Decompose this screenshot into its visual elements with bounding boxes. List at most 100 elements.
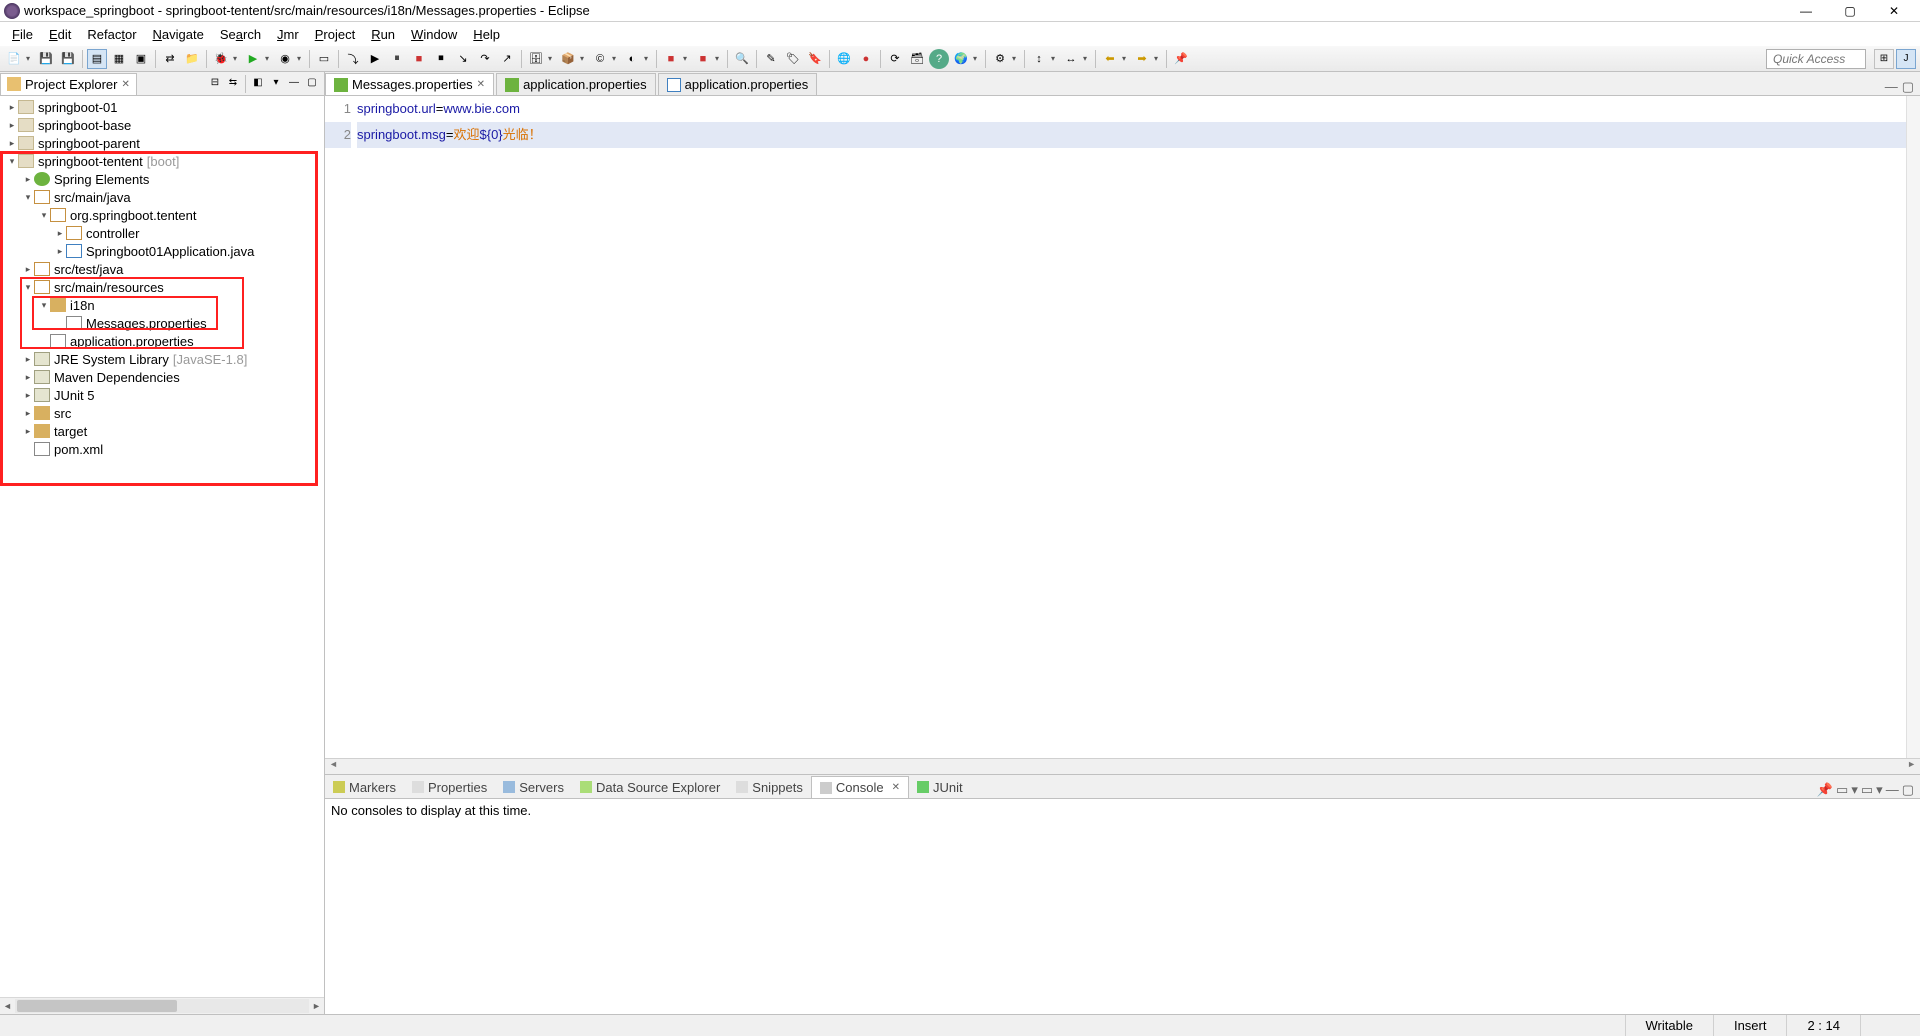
open-perspective-button[interactable]: ⊞ — [1874, 49, 1894, 69]
tree-row[interactable]: src — [0, 404, 324, 422]
quick-access-input[interactable] — [1766, 49, 1866, 69]
menu-edit[interactable]: Edit — [41, 25, 79, 44]
code-content[interactable]: springboot.url=www.bie.com springboot.ms… — [357, 96, 1906, 758]
open-console-button[interactable]: ▭ — [1861, 782, 1873, 798]
nav2-button[interactable]: ↔ — [1061, 49, 1081, 69]
close-icon[interactable]: ✕ — [477, 79, 485, 90]
project-tree[interactable]: springboot-01 springboot-base springboot… — [0, 96, 324, 997]
db-button[interactable]: 🗃 — [907, 49, 927, 69]
bookmark-button[interactable]: 🔖 — [805, 49, 825, 69]
java-ee-perspective-button[interactable]: J — [1896, 49, 1916, 69]
tree-row[interactable]: JUnit 5 — [0, 386, 324, 404]
tag-button[interactable]: 🏷 — [783, 49, 803, 69]
sync-button[interactable]: ⟳ — [885, 49, 905, 69]
text-editor[interactable]: 1 2 springboot.url=www.bie.com springboo… — [325, 96, 1920, 758]
menu-navigate[interactable]: Navigate — [145, 25, 212, 44]
menu-jmr[interactable]: Jmr — [269, 25, 307, 44]
focus-button[interactable]: ◧ — [250, 75, 266, 91]
tree-row[interactable]: src/main/resources — [0, 278, 324, 296]
close-button[interactable]: ✕ — [1872, 0, 1916, 22]
tree-row[interactable]: springboot-base — [0, 116, 324, 134]
maximize-button[interactable]: ▢ — [1828, 0, 1872, 22]
maximize-editor-button[interactable]: ▢ — [1902, 79, 1914, 95]
pkg-dropdown[interactable]: ▾ — [580, 54, 588, 63]
forward-dropdown[interactable]: ▾ — [1154, 54, 1162, 63]
new-button[interactable]: 📄 — [4, 49, 24, 69]
build-button[interactable]: ▦ — [109, 49, 129, 69]
new-server-button[interactable]: 🗄 — [526, 49, 546, 69]
menu-run[interactable]: Run — [363, 25, 403, 44]
tree-row[interactable]: target — [0, 422, 324, 440]
coverage-button[interactable]: ◉ — [275, 49, 295, 69]
toggle-button[interactable]: ▤ — [87, 49, 107, 69]
pause-button[interactable]: ⏸ — [387, 49, 407, 69]
tab-servers[interactable]: Servers — [495, 776, 572, 798]
new-class-button[interactable]: © — [590, 49, 610, 69]
tree-row[interactable]: src/main/java — [0, 188, 324, 206]
pin-button[interactable]: 📌 — [1171, 49, 1191, 69]
relaunch2-button[interactable]: ■ — [693, 49, 713, 69]
editor-tab-appprops1[interactable]: application.properties — [496, 73, 656, 95]
close-icon[interactable]: ✕ — [892, 782, 900, 793]
tree-row[interactable]: application.properties — [0, 332, 324, 350]
tree-row[interactable]: pom.xml — [0, 440, 324, 458]
debug-button[interactable]: 🐞 — [211, 49, 231, 69]
tree-row[interactable]: springboot-01 — [0, 98, 324, 116]
overview-ruler[interactable] — [1906, 96, 1920, 758]
tab-properties[interactable]: Properties — [404, 776, 495, 798]
nav-button[interactable]: ↕ — [1029, 49, 1049, 69]
back-button[interactable]: ⬅ — [1100, 49, 1120, 69]
tree-row[interactable]: springboot-tentent[boot] — [0, 152, 324, 170]
menu-help[interactable]: Help — [465, 25, 508, 44]
server-dropdown[interactable]: ▾ — [548, 54, 556, 63]
view-menu-button[interactable]: ▾ — [268, 75, 284, 91]
tab-data-source-explorer[interactable]: Data Source Explorer — [572, 776, 728, 798]
color-button[interactable]: ● — [856, 49, 876, 69]
pin-console-button[interactable]: 📌 — [1817, 782, 1833, 798]
collapse-all-button[interactable]: ⊟ — [207, 75, 223, 91]
maximize-view-button[interactable]: ▢ — [304, 75, 320, 91]
resume-button[interactable]: ▶ — [365, 49, 385, 69]
menu-window[interactable]: Window — [403, 25, 465, 44]
tab-markers[interactable]: Markers — [325, 776, 404, 798]
tree-row[interactable]: controller — [0, 224, 324, 242]
tree-row[interactable]: Springboot01Application.java — [0, 242, 324, 260]
tree-row[interactable]: Maven Dependencies — [0, 368, 324, 386]
nav2-dropdown[interactable]: ▾ — [1083, 54, 1091, 63]
tree-row[interactable]: JRE System Library[JavaSE-1.8] — [0, 350, 324, 368]
tree-row[interactable]: Messages.properties — [0, 314, 324, 332]
minimize-view-button[interactable]: — — [286, 75, 302, 91]
help-button[interactable]: ? — [929, 49, 949, 69]
class-dropdown[interactable]: ▾ — [612, 54, 620, 63]
run-button[interactable]: ▶ — [243, 49, 263, 69]
search-button[interactable]: 🔍 — [732, 49, 752, 69]
editor-hscrollbar[interactable] — [325, 758, 1920, 774]
open-button[interactable]: 📁 — [182, 49, 202, 69]
nav-dropdown[interactable]: ▾ — [1051, 54, 1059, 63]
step-over-button[interactable]: ↷ — [475, 49, 495, 69]
stop-button[interactable]: ■ — [409, 49, 429, 69]
relaunch-dropdown[interactable]: ▾ — [683, 54, 691, 63]
new-pkg-button[interactable]: 📦 — [558, 49, 578, 69]
debug-dropdown[interactable]: ▾ — [233, 54, 241, 63]
tree-hscrollbar[interactable]: ◄ ► — [0, 997, 324, 1014]
tree-row[interactable]: i18n — [0, 296, 324, 314]
coverage-dropdown[interactable]: ▾ — [297, 54, 305, 63]
step-return-button[interactable]: ↗ — [497, 49, 517, 69]
tab-junit[interactable]: JUnit — [909, 776, 971, 798]
menu-project[interactable]: Project — [307, 25, 363, 44]
tree-row[interactable]: springboot-parent — [0, 134, 324, 152]
skip-button[interactable]: ⤵ — [343, 49, 363, 69]
minimize-button[interactable]: — — [1784, 0, 1828, 22]
minimize-editor-button[interactable]: — — [1885, 79, 1898, 95]
relaunch-button[interactable]: ■ — [661, 49, 681, 69]
globe-dropdown[interactable]: ▾ — [973, 54, 981, 63]
forward-button[interactable]: ➡ — [1132, 49, 1152, 69]
disconnect-button[interactable]: ⏹ — [431, 49, 451, 69]
relaunch2-dropdown[interactable]: ▾ — [715, 54, 723, 63]
back-dropdown[interactable]: ▾ — [1122, 54, 1130, 63]
new-dropdown[interactable]: ▾ — [26, 54, 34, 63]
tab-snippets[interactable]: Snippets — [728, 776, 811, 798]
globe-button[interactable]: 🌍 — [951, 49, 971, 69]
tree-row[interactable]: src/test/java — [0, 260, 324, 278]
